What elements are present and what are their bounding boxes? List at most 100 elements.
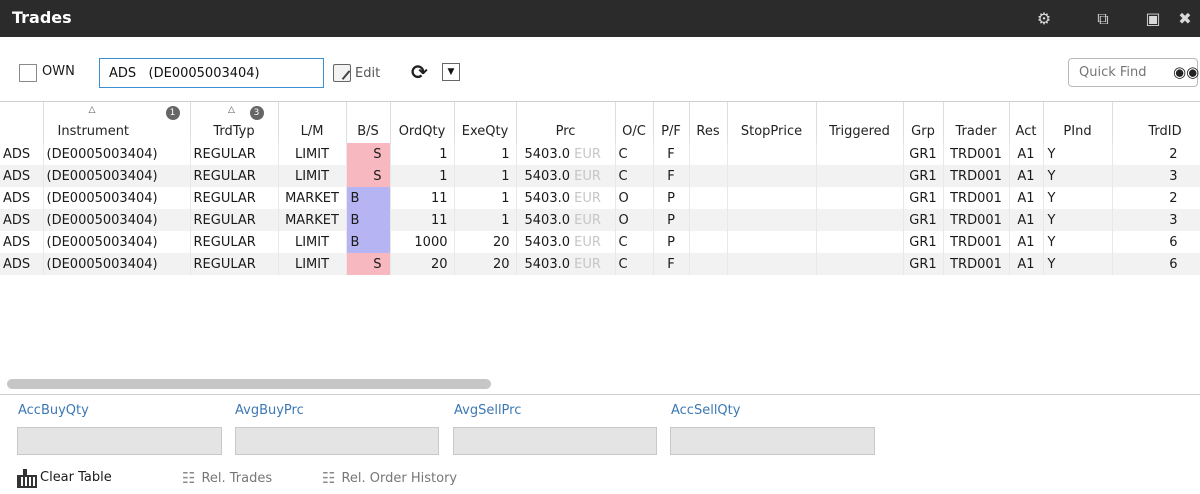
column-header-res[interactable]: Res bbox=[689, 102, 728, 143]
cell-grp: GR1 bbox=[903, 209, 944, 231]
table-row[interactable]: ADS (DE0005003404) REGULAR LIMIT S 20 20 5403.0… bbox=[0, 253, 1200, 275]
column-header-pf[interactable]: P/F bbox=[653, 102, 690, 143]
column-header-label: ExeQty bbox=[461, 124, 509, 139]
instrument-input[interactable] bbox=[99, 58, 324, 88]
acc-sell-qty-field bbox=[670, 427, 875, 455]
table-header-row: △ 1 Instrument △ 3 TrdTyp L/M B/S OrdQty ExeQty Pr… bbox=[0, 102, 1200, 143]
cell-trdtyp: REGULAR bbox=[190, 165, 279, 187]
cell-res bbox=[689, 143, 728, 165]
rel-trades-button[interactable]: ☷ Rel. Trades bbox=[182, 469, 272, 487]
binoculars-icon[interactable]: ◉◉ bbox=[1173, 63, 1199, 81]
cell-stopprice bbox=[727, 231, 817, 253]
column-header-lm[interactable]: L/M bbox=[278, 102, 347, 143]
cell-trader: TRD001 bbox=[943, 187, 1010, 209]
relation-icon: ☷ bbox=[322, 469, 336, 487]
avg-buy-prc-field bbox=[235, 427, 439, 455]
clear-table-button[interactable]: Clear Table bbox=[16, 469, 112, 488]
cell-stopprice bbox=[727, 187, 817, 209]
cell-isin: (DE0005003404) bbox=[43, 231, 191, 253]
cell-bs: B bbox=[346, 231, 391, 253]
detach-icon[interactable]: ⧉ bbox=[1093, 9, 1113, 29]
acc-buy-qty-field bbox=[17, 427, 222, 455]
table-row[interactable]: ADS (DE0005003404) REGULAR MARKET B 11 1 5403.0… bbox=[0, 187, 1200, 209]
cell-pf: P bbox=[653, 209, 690, 231]
column-header-triggered[interactable]: Triggered bbox=[816, 102, 904, 143]
cell-triggered bbox=[816, 209, 904, 231]
column-header-label: TrdTyp bbox=[213, 124, 255, 139]
column-header-trdid[interactable]: TrdID bbox=[1112, 102, 1200, 143]
table-row[interactable]: ADS (DE0005003404) REGULAR LIMIT S 1 1 5403.0 E… bbox=[0, 165, 1200, 187]
column-header-ordqty[interactable]: OrdQty bbox=[390, 102, 455, 143]
horizontal-scrollbar[interactable] bbox=[7, 379, 491, 389]
cell-pf: P bbox=[653, 187, 690, 209]
cell-prc: 5403.0 EUR bbox=[516, 187, 616, 209]
rel-order-history-label: Rel. Order History bbox=[341, 470, 458, 486]
gear-icon[interactable]: ⚙ bbox=[1034, 9, 1054, 29]
own-checkbox[interactable] bbox=[19, 64, 37, 82]
column-header-label: Prc bbox=[555, 124, 576, 139]
cell-ordqty: 1 bbox=[390, 165, 455, 187]
acc-sell-qty-label: AccSellQty bbox=[671, 403, 741, 418]
cell-oc: C bbox=[615, 143, 654, 165]
column-header-exeqty[interactable]: ExeQty bbox=[454, 102, 517, 143]
cell-pf: F bbox=[653, 143, 690, 165]
column-header-trader[interactable]: Trader bbox=[943, 102, 1010, 143]
cell-exeqty: 20 bbox=[454, 231, 517, 253]
refresh-icon[interactable]: ⟳ bbox=[411, 60, 428, 84]
window-title-bar: Trades ⚙ ⧉ ▣ ✖ bbox=[0, 0, 1200, 37]
avg-sell-prc-field bbox=[453, 427, 657, 455]
cell-lm: LIMIT bbox=[278, 253, 347, 275]
table-row[interactable]: ADS (DE0005003404) REGULAR LIMIT B 1000 20 5403… bbox=[0, 231, 1200, 253]
cell-sym: ADS bbox=[0, 187, 44, 209]
cell-res bbox=[689, 165, 728, 187]
rel-order-history-button[interactable]: ☷ Rel. Order History bbox=[322, 469, 457, 487]
column-header-stopprice[interactable]: StopPrice bbox=[727, 102, 817, 143]
column-header-label: Instrument bbox=[57, 124, 130, 139]
cell-pf: F bbox=[653, 165, 690, 187]
price-currency: EUR bbox=[574, 190, 601, 206]
price-currency: EUR bbox=[574, 168, 601, 184]
column-header-oc[interactable]: O/C bbox=[615, 102, 654, 143]
cell-ordqty: 11 bbox=[390, 187, 455, 209]
cell-res bbox=[689, 253, 728, 275]
table-row[interactable]: ADS (DE0005003404) REGULAR LIMIT S 1 1 5403.0 E… bbox=[0, 143, 1200, 165]
cell-exeqty: 1 bbox=[454, 209, 517, 231]
cell-trader: TRD001 bbox=[943, 165, 1010, 187]
relation-icon: ☷ bbox=[182, 469, 196, 487]
sort-ascending-icon: △ bbox=[88, 105, 96, 115]
column-header-sym[interactable] bbox=[0, 102, 44, 143]
cell-prc: 5403.0 EUR bbox=[516, 253, 616, 275]
cell-oc: C bbox=[615, 253, 654, 275]
price-value: 5403.0 bbox=[524, 190, 571, 206]
cell-trdid: 2 bbox=[1112, 187, 1200, 209]
maximize-icon[interactable]: ▣ bbox=[1143, 9, 1163, 29]
cell-act: A1 bbox=[1009, 209, 1044, 231]
cell-isin: (DE0005003404) bbox=[43, 165, 191, 187]
column-header-trdtyp[interactable]: △ 3 TrdTyp bbox=[190, 102, 279, 143]
cell-triggered bbox=[816, 165, 904, 187]
column-header-pind[interactable]: PInd bbox=[1043, 102, 1113, 143]
column-header-prc[interactable]: Prc bbox=[516, 102, 616, 143]
cell-pind: Y bbox=[1043, 231, 1113, 253]
table-row[interactable]: ADS (DE0005003404) REGULAR MARKET B 11 1 5403.0… bbox=[0, 209, 1200, 231]
cell-pind: Y bbox=[1043, 253, 1113, 275]
sort-order-badge: 3 bbox=[249, 106, 264, 120]
cell-pind: Y bbox=[1043, 209, 1113, 231]
column-header-label: Triggered bbox=[829, 124, 890, 139]
avg-sell-prc-label: AvgSellPrc bbox=[454, 403, 522, 418]
cell-sym: ADS bbox=[0, 165, 44, 187]
close-icon[interactable]: ✖ bbox=[1175, 9, 1195, 29]
cell-res bbox=[689, 209, 728, 231]
own-label: OWN bbox=[42, 64, 75, 79]
cell-grp: GR1 bbox=[903, 143, 944, 165]
edit-button[interactable]: Edit bbox=[333, 62, 380, 84]
column-header-instrument[interactable]: △ 1 Instrument bbox=[43, 102, 191, 143]
edit-icon bbox=[333, 64, 351, 82]
column-header-grp[interactable]: Grp bbox=[903, 102, 944, 143]
cell-trader: TRD001 bbox=[943, 143, 1010, 165]
cell-pf: F bbox=[653, 253, 690, 275]
column-header-bs[interactable]: B/S bbox=[346, 102, 391, 143]
dropdown-toggle-button[interactable]: ▼ bbox=[442, 63, 460, 81]
cell-trdtyp: REGULAR bbox=[190, 187, 279, 209]
column-header-act[interactable]: Act bbox=[1009, 102, 1044, 143]
